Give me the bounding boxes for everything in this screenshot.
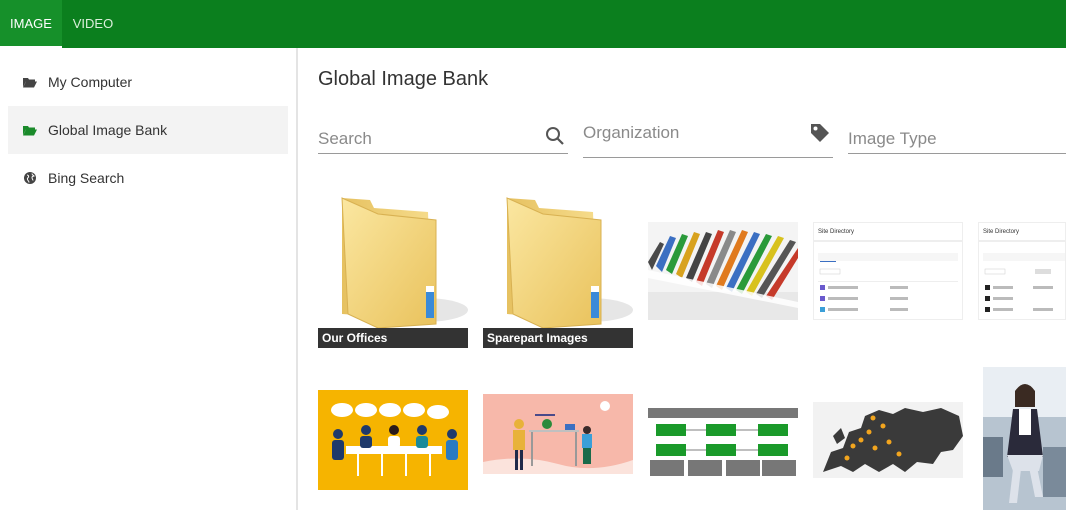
flowchart-image xyxy=(648,408,798,476)
sidebar: My Computer Global Image Bank Bing Searc… xyxy=(0,48,298,510)
search-field xyxy=(318,118,568,154)
image-type-field xyxy=(848,118,1066,154)
image-tile-businesswoman[interactable] xyxy=(983,367,1066,510)
sidebar-item-global-image-bank[interactable]: Global Image Bank xyxy=(8,106,288,154)
image-type-input[interactable] xyxy=(848,129,1066,149)
image-tile-meeting[interactable] xyxy=(318,390,468,490)
sidebar-item-bing-search[interactable]: Bing Search xyxy=(8,154,288,202)
folder-icon xyxy=(341,197,468,329)
image-tile-site-directory-1[interactable]: Site Directory xyxy=(813,222,963,320)
sidebar-item-label: Global Image Bank xyxy=(48,122,168,138)
meeting-illustration xyxy=(331,403,458,476)
thumbnail-title: Site Directory xyxy=(983,229,1020,235)
folder-tile-our-offices[interactable]: Our Offices xyxy=(318,190,468,348)
organization-input[interactable] xyxy=(583,123,833,143)
folder-caption: Our Offices xyxy=(318,328,468,348)
books-image xyxy=(648,230,798,320)
businesswoman-photo xyxy=(983,367,1066,510)
image-tile-europe-map[interactable] xyxy=(813,402,963,478)
image-tile-flowchart[interactable] xyxy=(648,408,798,488)
folder-caption: Sparepart Images xyxy=(483,328,633,348)
folder-open-icon xyxy=(22,123,38,137)
sidebar-item-label: My Computer xyxy=(48,74,133,90)
folder-open-icon xyxy=(22,75,38,89)
tab-image[interactable]: IMAGE xyxy=(0,0,62,48)
top-bar: IMAGE VIDEO xyxy=(0,0,1066,48)
europe-map-image xyxy=(823,408,963,472)
sidebar-item-label: Bing Search xyxy=(48,170,125,186)
folder-icon xyxy=(506,197,633,329)
search-icon[interactable] xyxy=(545,126,565,151)
tag-icon[interactable] xyxy=(809,122,831,149)
sidebar-item-my-computer[interactable]: My Computer xyxy=(8,58,288,106)
site-directory-thumbnail xyxy=(979,240,1065,312)
image-tile-books[interactable] xyxy=(648,222,798,320)
page-title: Global Image Bank xyxy=(318,68,489,90)
thumbnail-title: Site Directory xyxy=(818,229,855,235)
folder-tile-sparepart-images[interactable]: Sparepart Images xyxy=(483,190,633,348)
site-directory-thumbnail xyxy=(814,240,962,312)
office-illustration xyxy=(483,401,633,474)
image-tile-office[interactable] xyxy=(483,394,633,474)
organization-field xyxy=(583,118,833,158)
tab-video[interactable]: VIDEO xyxy=(62,0,124,48)
search-input[interactable] xyxy=(318,129,568,149)
image-tile-site-directory-2[interactable]: Site Directory xyxy=(978,222,1066,320)
globe-icon xyxy=(22,171,38,185)
